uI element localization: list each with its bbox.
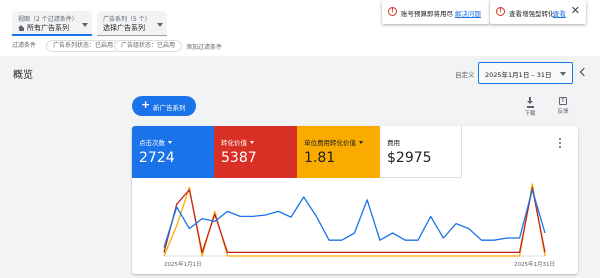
series-line-转化价值 xyxy=(163,186,546,254)
filters-label: 过滤条件 xyxy=(12,42,37,49)
performance-card: 点击次数 2724 转化价值 5387 单位费用转化价值 1.81 费用 $29… xyxy=(132,126,578,274)
feedback-label: 反馈 xyxy=(557,109,569,115)
metric-name: 单位费用转化价值 xyxy=(304,137,363,147)
download-label: 下载 xyxy=(524,111,536,117)
notification-message: 查看增强型转化 xyxy=(509,10,555,18)
series-line-点击次数 xyxy=(163,189,546,248)
metric-tile-conv-value-per-cost[interactable]: 单位费用转化价值 1.81 xyxy=(297,126,380,178)
notification-link-view[interactable]: 查看 xyxy=(553,8,566,18)
filter-chip-campaign-status[interactable]: 广告系列状态：已启用 xyxy=(46,40,121,52)
campaign-selector-label: 广告系列（5 个） xyxy=(103,16,151,23)
metric-name: 点击次数 xyxy=(139,137,172,147)
x-tick-label: 2025年1月31日 xyxy=(514,260,555,268)
new-campaign-label: 新广告系列 xyxy=(153,104,186,112)
metric-name: 费用 xyxy=(387,139,400,147)
add-filter-button[interactable]: 添加过滤条件 xyxy=(186,42,222,51)
notification-message: 账号预算即将用尽 xyxy=(401,10,453,18)
page-title: 概览 xyxy=(13,70,33,81)
more-options-icon[interactable] xyxy=(556,136,564,150)
view-selector[interactable]: 视图（2 个过滤条件） 所有广告系列 xyxy=(12,11,92,36)
notification-budget: ! 账号预算即将用尽 解决问题 xyxy=(382,0,490,24)
notification-link-fix[interactable]: 解决问题 xyxy=(455,8,481,18)
date-range-value: 2025年1月1日 – 31日 xyxy=(485,71,552,79)
home-icon xyxy=(18,25,25,31)
alert-icon: ! xyxy=(496,7,505,16)
campaign-selector-value: 选择广告系列 xyxy=(103,24,145,32)
date-range-type-label: 自定义 xyxy=(455,71,475,79)
download-icon-base xyxy=(527,106,534,108)
metric-name: 转化价值 xyxy=(221,137,254,147)
metric-tile-conversion-value[interactable]: 转化价值 5387 xyxy=(214,126,297,178)
selector-underline xyxy=(12,34,92,36)
campaign-selector[interactable]: 广告系列（5 个） 选择广告系列 xyxy=(97,11,167,36)
chevron-down-icon xyxy=(82,23,88,27)
notification-enhanced-conversions: ! 查看增强型转化 查看 ✕ xyxy=(490,0,586,24)
view-selector-value: 所有广告系列 xyxy=(27,24,69,32)
plus-icon: + xyxy=(141,98,151,111)
chevron-down-icon xyxy=(157,23,163,27)
metric-value: 1.81 xyxy=(304,150,336,166)
performance-chart: 2025年1月1日 2025年1月31日 xyxy=(163,183,555,268)
view-selector-value-wrap: 所有广告系列 xyxy=(18,23,69,33)
feedback-button[interactable]: 反馈 xyxy=(548,97,578,115)
metric-value: $2975 xyxy=(387,150,432,166)
metric-value: 5387 xyxy=(221,150,257,166)
x-tick-label: 2025年1月1日 xyxy=(164,260,202,268)
feedback-icon xyxy=(559,97,567,105)
filter-chip-adgroup-status[interactable]: 广告组状态：已启用 xyxy=(114,40,183,52)
chevron-down-icon xyxy=(560,72,566,76)
view-selector-label: 视图（2 个过滤条件） xyxy=(18,16,78,23)
close-icon[interactable]: ✕ xyxy=(571,5,580,16)
series-line-单位费用转化价值 xyxy=(163,183,546,257)
chevron-left-icon[interactable] xyxy=(578,66,588,80)
new-campaign-button[interactable]: + 新广告系列 xyxy=(132,96,196,116)
alert-icon: ! xyxy=(388,7,397,16)
metric-tile-clicks[interactable]: 点击次数 2724 xyxy=(132,126,214,178)
metric-tile-cost[interactable]: 费用 $2975 xyxy=(380,126,462,178)
date-range-picker[interactable]: 2025年1月1日 – 31日 xyxy=(478,62,573,84)
metric-value: 2724 xyxy=(139,150,175,166)
